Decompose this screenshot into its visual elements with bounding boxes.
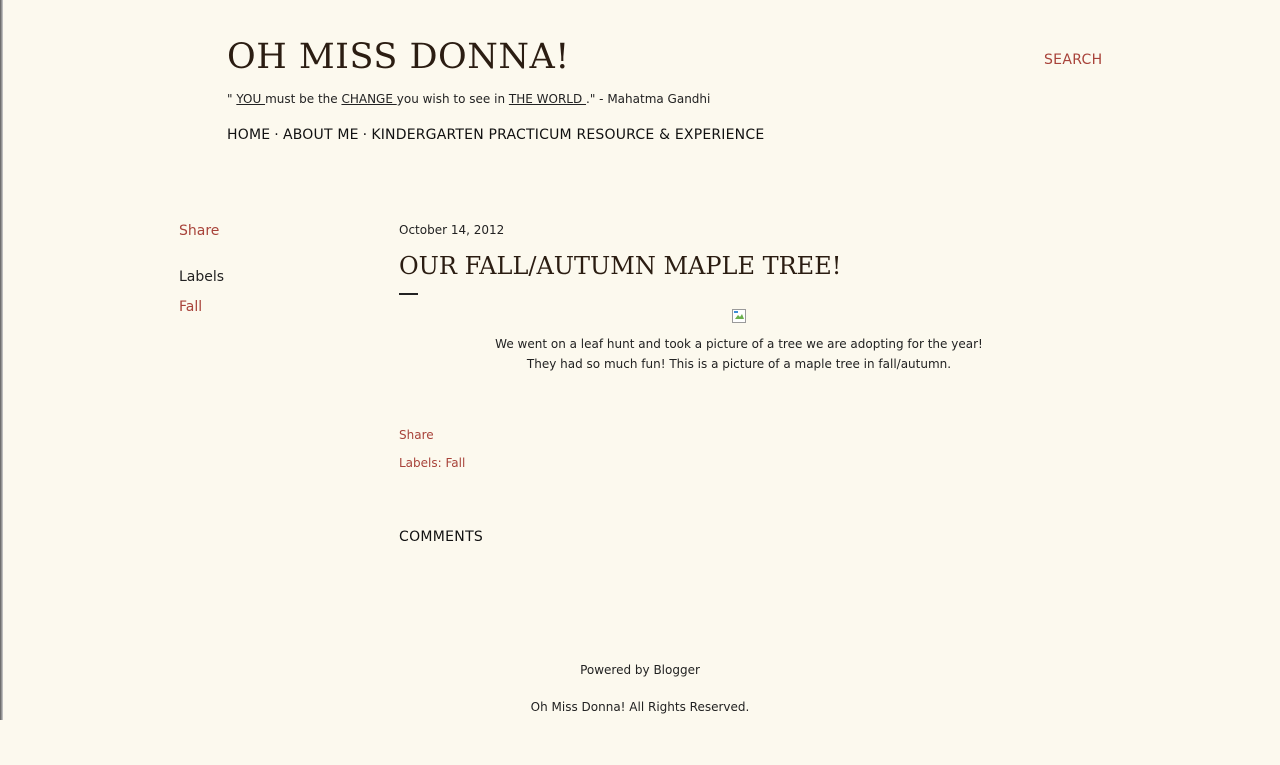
post-body-line: They had so much fun! This is a picture … xyxy=(526,357,952,371)
sidebar: Share Labels Fall xyxy=(179,222,224,316)
main-nav: HOME · ABOUT ME · KINDERGARTEN PRACTICUM RES… xyxy=(227,127,764,143)
post-date[interactable]: October 14, 2012 xyxy=(399,222,504,238)
nav-item-about-me[interactable]: ABOUT ME xyxy=(283,127,359,143)
comments-heading: COMMENTS xyxy=(399,529,484,545)
title-divider xyxy=(399,293,418,295)
post-share-button[interactable]: Share xyxy=(399,428,434,442)
tagline-text-2: you wish to see in xyxy=(396,92,509,106)
page: OH MISS DONNA! SEARCH " YOU must be the … xyxy=(0,0,1280,765)
post-labels: Labels: Fall xyxy=(399,456,465,470)
blog-title[interactable]: OH MISS DONNA! xyxy=(227,36,570,78)
nav-item-home[interactable]: HOME xyxy=(227,127,270,143)
sidebar-label-fall[interactable]: Fall xyxy=(179,298,224,316)
footer-powered-by[interactable]: Powered by Blogger xyxy=(0,663,1280,677)
tagline-text-1: must be the xyxy=(265,92,342,106)
post-label-fall[interactable]: Fall xyxy=(445,456,465,470)
tagline-change: CHANGE xyxy=(341,92,397,106)
left-edge-shadow xyxy=(0,0,3,720)
nav-separator: · xyxy=(274,127,279,143)
post-body-line: We went on a leaf hunt and took a pictur… xyxy=(495,337,983,351)
sidebar-labels-heading: Labels xyxy=(179,269,225,285)
broken-image-icon xyxy=(732,309,746,323)
sidebar-share-button[interactable]: Share xyxy=(179,222,224,240)
footer-copyright: Oh Miss Donna! All Rights Reserved. xyxy=(530,700,750,714)
blog-tagline: " YOU must be the CHANGE you wish to see… xyxy=(227,91,710,107)
post-title[interactable]: OUR FALL/AUTUMN MAPLE TREE! xyxy=(399,250,841,282)
nav-item-kindergarten-practicum[interactable]: KINDERGARTEN PRACTICUM RESOURCE & EXPERI… xyxy=(371,127,764,143)
nav-separator: · xyxy=(362,127,368,143)
tagline-you: YOU xyxy=(236,92,266,106)
search-button[interactable]: SEARCH xyxy=(1044,52,1102,68)
post-labels-prefix: Labels: xyxy=(399,456,446,470)
tagline-text-3: ." - Mahatma Gandhi xyxy=(586,92,711,106)
tagline-quote-open: " xyxy=(227,92,237,106)
tagline-world: THE WORLD xyxy=(508,92,587,106)
post-body: We went on a leaf hunt and took a pictur… xyxy=(480,334,998,374)
